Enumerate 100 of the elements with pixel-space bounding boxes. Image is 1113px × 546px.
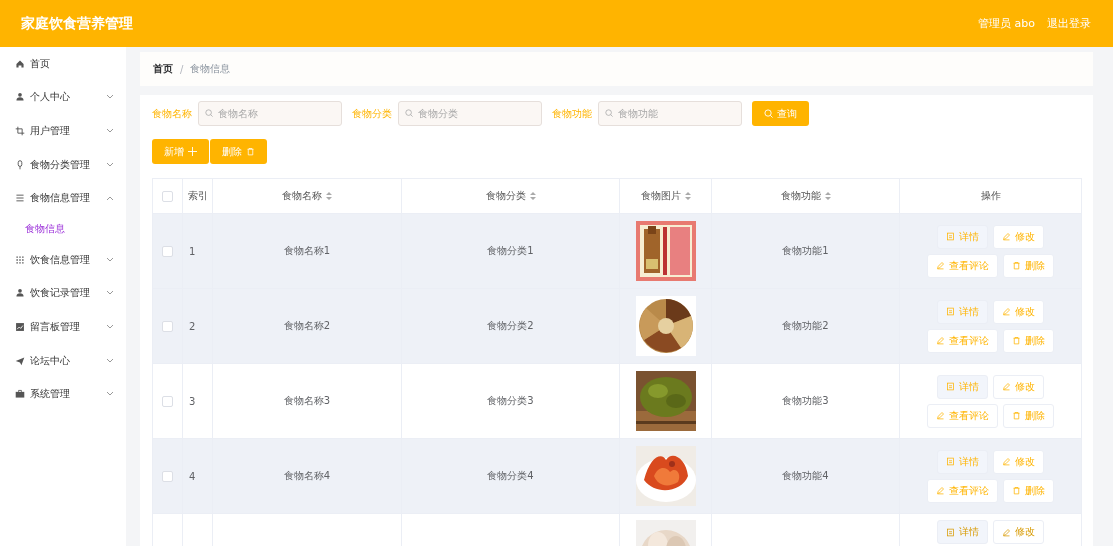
sidebar-item[interactable]: 首页 [30,56,114,71]
field-label: 食物功能 [552,106,592,121]
sidebar-item[interactable]: 用户管理 [30,124,101,138]
sidebar-item[interactable]: 饮食记录管理 [30,286,101,301]
sidebar-item[interactable]: 食物分类管理 [30,157,101,172]
search-field[interactable]: 食物分类 [398,101,542,126]
table-cell: 食物分类3 [487,395,534,406]
grid-icon [15,254,25,265]
table-cell: 食物分类1 [487,245,534,256]
checkbox[interactable] [162,245,173,257]
table-cell: 3 [189,395,196,407]
sidebar-item[interactable]: 食物信息管理 [30,191,101,206]
delete-button[interactable]: 删除 [1003,328,1054,353]
trash-icon [246,147,255,156]
sidebar-item[interactable]: 论坛中心 [30,353,101,368]
pencil-icon [1002,527,1011,537]
delete-button[interactable]: 删除 [1003,478,1054,503]
chevron-down-icon[interactable] [106,161,114,168]
breadcrumb-separator: / [180,63,184,75]
sidebar-item[interactable]: 饮食信息管理 [30,252,101,267]
column-header: 食物功能 [780,190,821,201]
delete-button[interactable]: 删除 [1003,403,1054,428]
edit-button[interactable]: 修改 [993,520,1044,544]
chevron-down-icon[interactable] [106,256,114,263]
edit-button[interactable]: 修改 [993,449,1044,474]
add-button[interactable]: 新增 [152,139,209,164]
table-cell: 2 [189,320,196,332]
details-button[interactable]: 详情 [937,449,988,474]
home-icon [15,58,25,69]
chevron-down-icon[interactable] [106,323,114,330]
search-icon [764,109,773,118]
sort-icon[interactable] [824,192,831,200]
pencil-icon [936,486,945,495]
breadcrumb-link[interactable]: 首页 [153,62,173,76]
chevron-down-icon[interactable] [106,94,114,101]
column-header: 索引 [187,190,208,201]
pencil-icon [936,261,945,270]
sort-icon[interactable] [529,192,536,200]
sidebar-item[interactable]: 系统管理 [30,387,101,402]
edit-button[interactable]: 修改 [993,299,1044,324]
table-cell: 食物功能1 [782,245,829,256]
chevron-up-icon[interactable] [106,195,114,202]
search-button[interactable]: 查询 [752,101,809,126]
comments-button[interactable]: 查看评论 [927,403,998,428]
pencil-icon [1002,307,1011,316]
comments-button[interactable]: 查看评论 [927,328,998,353]
pencil-icon [1002,382,1011,391]
document-icon [946,382,955,391]
chevron-down-icon[interactable] [106,391,114,398]
menu-icon [15,193,25,204]
table-cell: 食物分类2 [487,320,534,331]
plus-icon [188,147,197,156]
edit-button[interactable]: 修改 [993,224,1044,249]
table-row[interactable]: 2 食物名称2 食物分类2 食物功能2 详情 修改 查看评论 删除 [152,288,1082,364]
chevron-down-icon[interactable] [106,290,114,297]
table-cell: 食物功能3 [782,395,829,406]
comments-button[interactable]: 查看评论 [927,253,998,278]
sort-icon[interactable] [326,192,332,200]
sidebar-item[interactable]: 留言板管理 [30,319,101,334]
trash-icon [1012,336,1021,345]
pencil-icon [1002,457,1011,466]
column-header: 操作 [980,190,1001,201]
details-button[interactable]: 详情 [937,374,988,399]
person-icon [15,92,25,103]
table-cell: 食物名称3 [283,395,331,406]
comments-button[interactable]: 查看评论 [927,478,998,503]
details-button[interactable]: 详情 [937,224,988,249]
breadcrumb-link[interactable]: 食物信息 [190,62,231,76]
document-icon [946,527,955,537]
chevron-down-icon[interactable] [106,357,114,364]
table-cell: 食物名称2 [283,320,331,331]
checkbox[interactable] [162,190,173,202]
sidebar-item[interactable]: 个人中心 [30,90,101,105]
chevron-down-icon[interactable] [106,128,114,134]
sidebar-subitem[interactable]: 食物信息 [0,214,126,243]
logout-link[interactable]: 退出登录 [1047,16,1091,31]
field-label: 食物名称 [152,106,192,121]
microphone-icon [15,159,25,170]
field-label: 食物分类 [352,106,392,121]
details-button[interactable]: 详情 [937,520,988,544]
pencil-icon [936,411,945,420]
column-header: 食物图片 [640,190,681,201]
crop-icon [15,126,25,136]
details-button[interactable]: 详情 [937,299,988,324]
search-field[interactable]: 食物功能 [598,101,742,126]
document-icon [946,457,955,466]
checkbox[interactable] [162,395,173,407]
table-cell: 食物功能2 [782,320,829,331]
delete-button[interactable]: 删除 [1003,253,1054,278]
trash-icon [1012,261,1021,270]
search-field[interactable]: 食物名称 [198,101,342,126]
table-row[interactable]: 4 食物名称4 食物分类4 食物功能4 详情 修改 查看评论 删除 [152,438,1082,514]
delete-button[interactable]: 删除 [210,139,267,164]
sort-icon[interactable] [684,192,691,200]
checkbox[interactable] [162,470,173,482]
checkbox[interactable] [162,320,173,332]
table-row[interactable]: 1 食物名称1 食物分类1 食物功能1 详情 修改 查看评论 删除 [152,213,1082,289]
table-row[interactable]: 3 食物名称3 食物分类3 食物功能3 详情 修改 查看评论 删除 [152,363,1082,439]
table-cell: 食物名称1 [283,245,331,256]
edit-button[interactable]: 修改 [993,374,1044,399]
